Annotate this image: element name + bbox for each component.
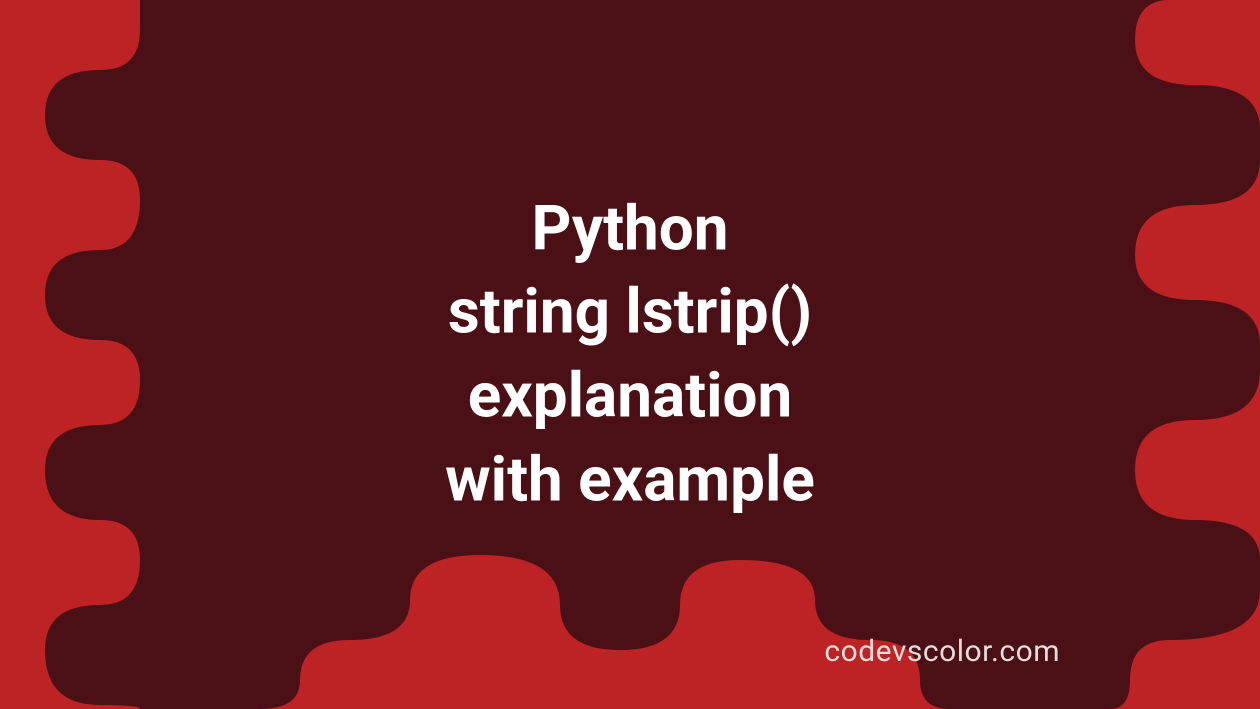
title-line-1: Python bbox=[531, 192, 728, 265]
title-line-2: string lstrip() bbox=[448, 276, 812, 349]
banner-title: Python string lstrip() explanation with … bbox=[305, 187, 955, 522]
title-line-3: explanation bbox=[468, 360, 793, 433]
watermark-text: codevscolor.com bbox=[824, 634, 1060, 669]
title-line-4: with example bbox=[445, 443, 815, 516]
banner-container: Python string lstrip() explanation with … bbox=[0, 0, 1260, 709]
